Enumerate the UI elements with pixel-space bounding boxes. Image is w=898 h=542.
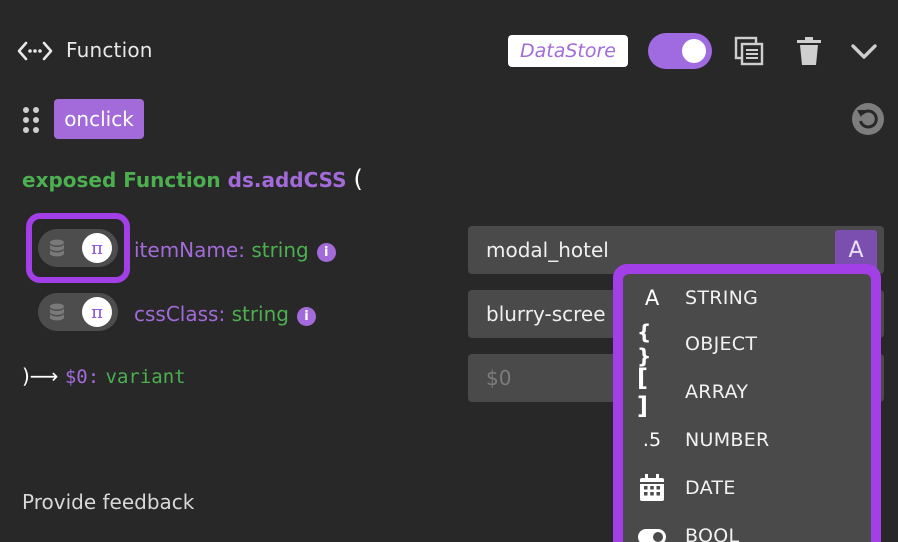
- datastore-badge[interactable]: DataStore: [508, 35, 628, 67]
- return-type: variant: [105, 366, 186, 388]
- type-option-label: STRING: [685, 287, 759, 309]
- bool-icon: [638, 529, 666, 542]
- string-icon: A: [644, 286, 660, 310]
- function-code-icon: [17, 41, 53, 61]
- param-type: string: [251, 238, 309, 262]
- provide-feedback-link[interactable]: Provide feedback: [22, 490, 194, 514]
- enable-toggle[interactable]: [648, 33, 712, 69]
- object-icon: { }: [637, 320, 652, 368]
- type-option-label: DATE: [685, 477, 736, 499]
- return-line: )⟶ $0: variant: [22, 364, 186, 388]
- param-label-itemname: itemName: string i: [134, 238, 336, 262]
- type-option-bool[interactable]: BOOL: [623, 512, 871, 542]
- function-name: ds.addCSS: [227, 168, 347, 192]
- type-option-array[interactable]: [ ] ARRAY: [623, 364, 871, 420]
- type-option-label: OBJECT: [685, 333, 758, 355]
- reset-icon[interactable]: [851, 102, 885, 136]
- param-label-cssclass: cssClass: string i: [134, 302, 316, 326]
- function-signature: exposed Function ds.addCSS (: [22, 165, 363, 193]
- type-option-label: NUMBER: [685, 429, 770, 451]
- type-option-date[interactable]: DATE: [623, 464, 871, 512]
- trash-icon[interactable]: [794, 36, 824, 66]
- return-variable: $0:: [64, 366, 100, 388]
- calendar-icon: [640, 474, 664, 501]
- signature-open-paren: (: [353, 165, 363, 193]
- highlight-frame: [26, 213, 130, 283]
- param-name: cssClass: [134, 302, 219, 326]
- type-option-object[interactable]: { } OBJECT: [623, 320, 871, 368]
- param-type: string: [231, 302, 289, 326]
- panel-title: Function: [66, 38, 153, 62]
- signature-modifier: exposed Function: [22, 168, 221, 192]
- param-mode-switch-cssclass[interactable]: π: [38, 293, 118, 331]
- array-icon: [ ]: [637, 364, 648, 420]
- type-option-label: ARRAY: [685, 381, 749, 403]
- type-option-number[interactable]: .5 NUMBER: [623, 416, 871, 464]
- info-icon[interactable]: i: [316, 243, 336, 262]
- type-dropdown-menu: A STRING { } OBJECT [ ] ARRAY .5 NUMBER …: [623, 274, 871, 542]
- number-icon: .5: [642, 429, 662, 451]
- drag-handle-icon[interactable]: [22, 106, 40, 134]
- type-option-string[interactable]: A STRING: [623, 274, 871, 322]
- function-panel: Function DataStore onclick exposed Funct…: [0, 0, 898, 542]
- toggle-knob: [682, 39, 706, 63]
- info-icon[interactable]: i: [296, 307, 316, 326]
- pi-icon: π: [82, 297, 112, 327]
- type-option-label: BOOL: [685, 525, 740, 542]
- return-arrow: )⟶: [22, 364, 59, 388]
- chevron-down-icon[interactable]: [849, 36, 879, 66]
- duplicate-icon[interactable]: [734, 36, 764, 66]
- param-name: itemName: [134, 238, 239, 262]
- database-icon: [50, 303, 64, 321]
- event-badge[interactable]: onclick: [54, 99, 144, 139]
